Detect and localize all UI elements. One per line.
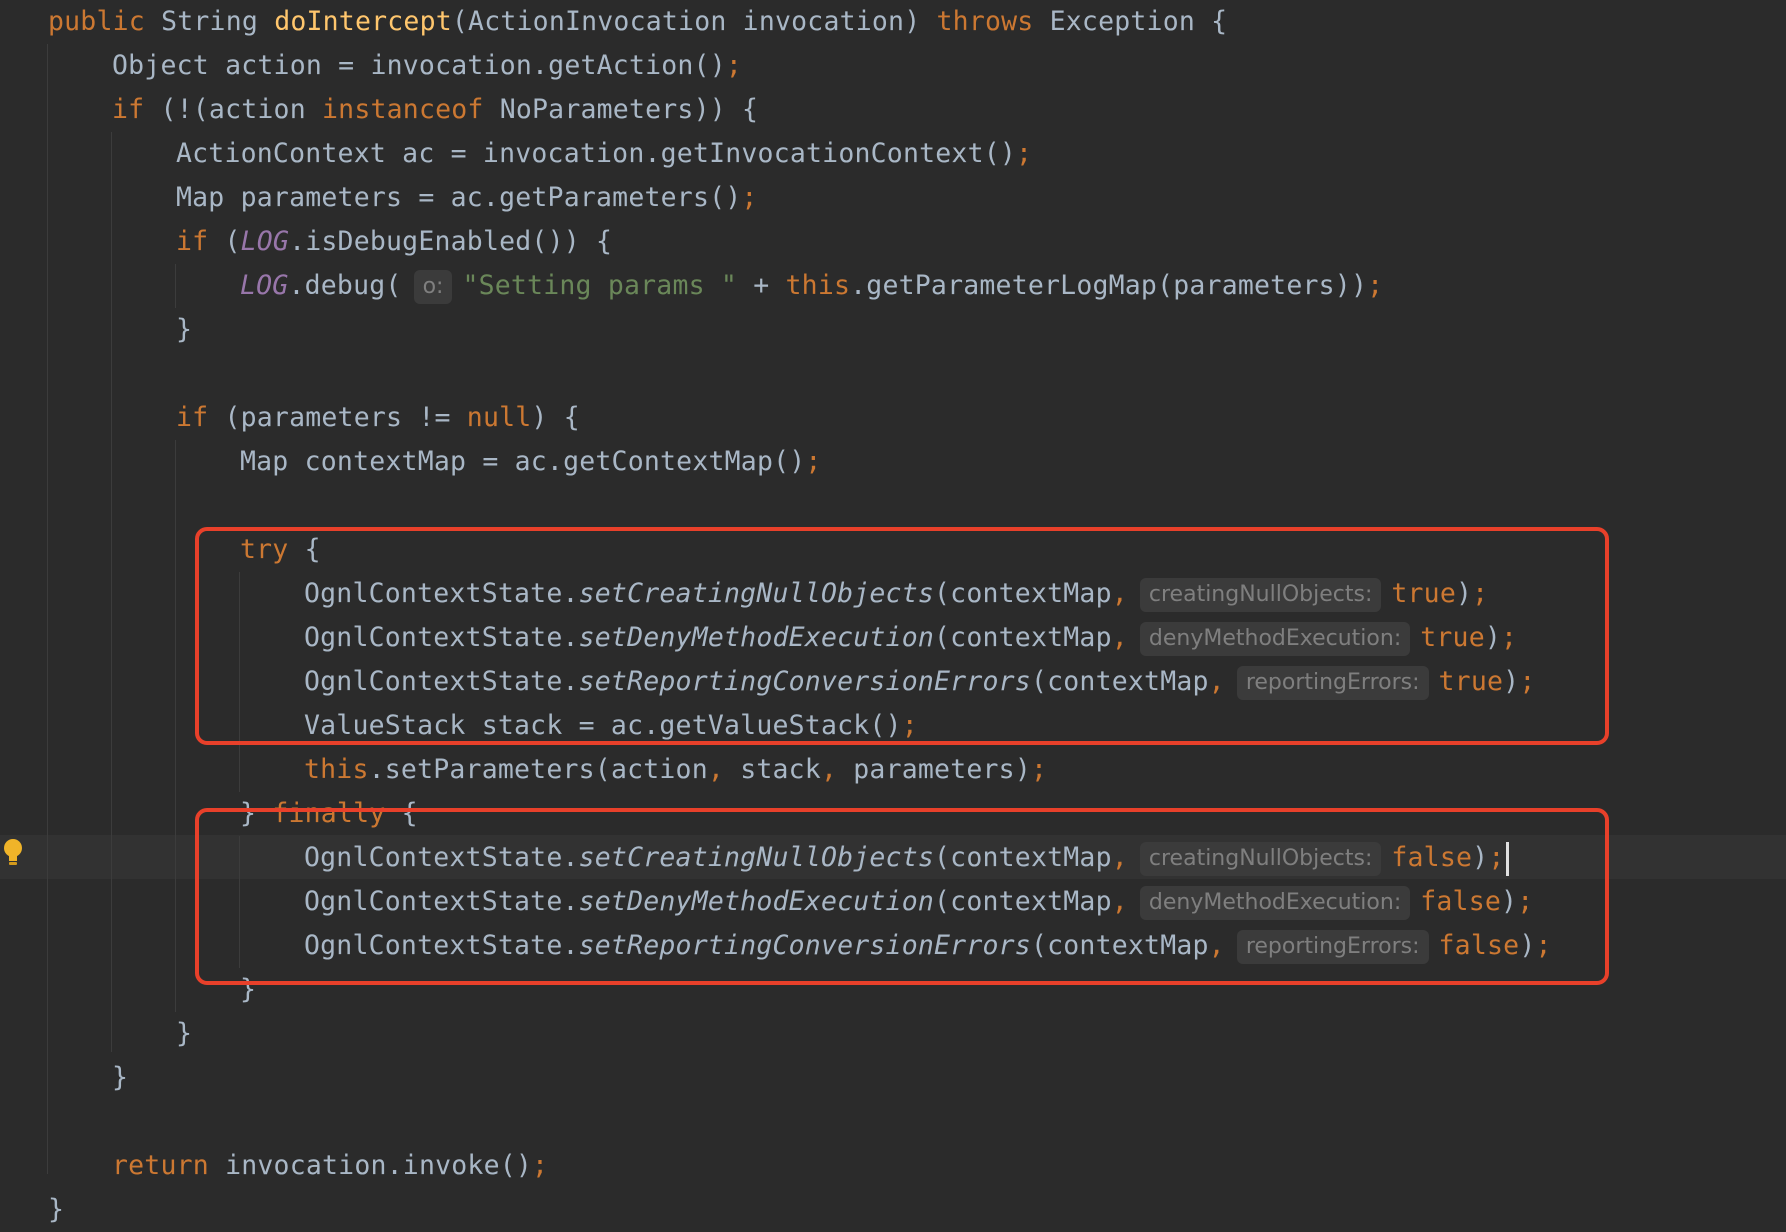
code-token: LOG <box>240 226 290 257</box>
code-token: .getParameterLogMap(parameters)) <box>850 270 1368 301</box>
code-line[interactable]: ActionContext ac = invocation.getInvocat… <box>176 132 1032 176</box>
code-token: instanceof <box>322 94 500 125</box>
code-token: NoParameters)) { <box>499 94 759 125</box>
parameter-hint: o: <box>413 269 453 304</box>
indent-guide <box>175 264 176 308</box>
code-token: ; <box>725 50 743 81</box>
code-token: Object action = invocation.getAction() <box>112 50 726 81</box>
code-token: ; <box>805 446 822 477</box>
code-token: .debug( <box>288 270 402 301</box>
code-token: parameters) <box>853 754 1031 785</box>
code-token: } <box>48 1194 65 1225</box>
code-token: throws <box>936 6 1050 37</box>
code-token: public <box>48 6 162 37</box>
code-token: Exception { <box>1049 6 1228 37</box>
code-token: return <box>112 1150 226 1181</box>
code-token: (parameters != <box>224 402 467 433</box>
code-line[interactable]: } <box>176 308 192 352</box>
code-line[interactable]: public String doIntercept(ActionInvocati… <box>48 0 1227 44</box>
code-line[interactable]: return invocation.invoke(); <box>112 1144 548 1188</box>
code-line[interactable]: if (LOG.isDebugEnabled()) { <box>176 220 612 264</box>
code-token: this <box>304 754 369 785</box>
code-token: ; <box>1030 754 1048 785</box>
code-token: (!(action <box>160 94 323 125</box>
indent-guide <box>111 132 112 1052</box>
code-token: stack <box>740 754 821 785</box>
code-token: null <box>466 402 532 433</box>
code-line[interactable]: LOG.debug( o: "Setting params " + this.get… <box>240 264 1383 308</box>
code-token: Map parameters = ac.getParameters() <box>176 182 742 213</box>
code-line[interactable]: } <box>176 1012 192 1056</box>
code-editor[interactable]: public String doIntercept(ActionInvocati… <box>0 0 1786 1232</box>
lightbulb-icon[interactable] <box>3 836 23 870</box>
code-line[interactable]: } <box>48 1188 64 1232</box>
code-token: .isDebugEnabled()) { <box>289 226 613 257</box>
code-line[interactable]: Map contextMap = ac.getContextMap(); <box>240 440 822 484</box>
code-line[interactable]: } <box>112 1056 128 1100</box>
finally-block-highlight <box>195 808 1609 985</box>
code-token: if <box>176 226 225 257</box>
code-token: this <box>785 270 851 301</box>
code-token: ( <box>224 226 241 257</box>
code-token: , <box>820 754 854 785</box>
code-token: } <box>112 1062 129 1093</box>
code-token: ; <box>532 1150 549 1181</box>
code-token: ActionContext ac = invocation.getInvocat… <box>176 138 1017 169</box>
indent-guide <box>175 440 176 1012</box>
code-token: if <box>112 94 161 125</box>
code-token: invocation.invoke() <box>225 1150 533 1181</box>
code-line[interactable]: Map parameters = ac.getParameters(); <box>176 176 758 220</box>
code-token: ; <box>1016 138 1033 169</box>
try-block-highlight <box>195 527 1609 745</box>
code-line[interactable]: if (!(action instanceof NoParameters)) { <box>112 88 758 132</box>
code-token: LOG <box>240 270 289 301</box>
code-token: .setParameters(action <box>368 754 708 785</box>
code-token: if <box>176 402 225 433</box>
code-line[interactable]: if (parameters != null) { <box>176 396 580 440</box>
code-token: String <box>161 6 275 37</box>
code-token: + <box>737 270 786 301</box>
code-token: } <box>176 1018 193 1049</box>
code-token: ) { <box>531 402 580 433</box>
code-token: doIntercept <box>274 6 452 37</box>
code-token: (ActionInvocation invocation) <box>451 6 937 37</box>
code-token: } <box>176 314 193 345</box>
code-line[interactable]: this.setParameters(action, stack, parame… <box>304 748 1047 792</box>
code-token: Map contextMap = ac.getContextMap() <box>240 446 806 477</box>
indent-guide <box>47 44 48 1174</box>
code-token: "Setting params " <box>462 270 738 301</box>
code-token: ; <box>1367 270 1384 301</box>
code-line[interactable]: Object action = invocation.getAction(); <box>112 44 742 88</box>
code-token: ; <box>741 182 758 213</box>
code-token: , <box>707 754 741 785</box>
